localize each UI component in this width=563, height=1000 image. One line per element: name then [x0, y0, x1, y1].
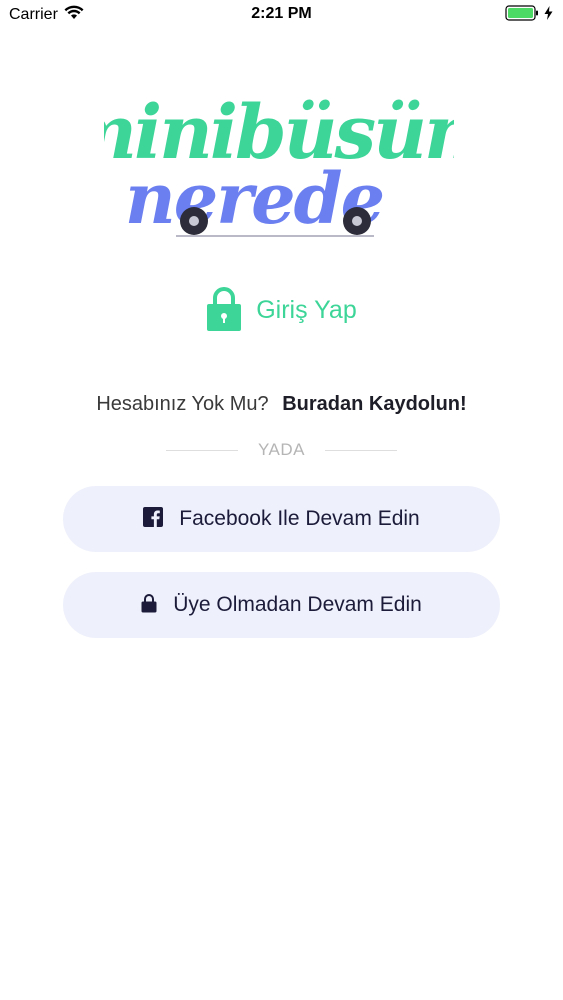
register-link[interactable]: Buradan Kaydolun!	[282, 393, 466, 415]
charging-icon	[544, 6, 553, 25]
app-logo: minibüsüm nerede	[59, 60, 503, 245]
divider-line-left	[165, 449, 238, 451]
facebook-button-label: Facebook Ile Devam Edin	[179, 507, 420, 530]
facebook-login-button[interactable]: Facebook Ile Devam Edin	[63, 486, 500, 552]
or-divider: YADA	[0, 440, 563, 460]
divider-text: YADA	[257, 440, 306, 459]
register-row: Hesabınız Yok Mu? Buradan Kaydolun!	[0, 393, 563, 416]
divider-line-right	[325, 449, 398, 451]
lock-icon	[206, 285, 242, 336]
battery-icon	[505, 5, 539, 26]
lock-icon	[141, 593, 157, 618]
facebook-icon	[143, 506, 164, 532]
status-right	[505, 5, 553, 26]
logo-line2: nerede	[125, 157, 383, 240]
status-bar: Carrier 2:21 PM	[0, 0, 563, 30]
register-question: Hesabınız Yok Mu?	[96, 393, 269, 415]
guest-button-label: Üye Olmadan Devam Edin	[173, 593, 422, 616]
status-time: 2:21 PM	[251, 5, 312, 22]
login-button[interactable]: Giriş Yap	[0, 285, 563, 336]
login-label: Giriş Yap	[256, 296, 357, 324]
logo-wheel-right	[343, 207, 371, 235]
login-screen: Carrier 2:21 PM inibüsü nerede Giriş Yap…	[0, 0, 563, 1000]
guest-login-button[interactable]: Üye Olmadan Devam Edin	[63, 572, 500, 638]
logo-wheel-left	[180, 207, 208, 235]
